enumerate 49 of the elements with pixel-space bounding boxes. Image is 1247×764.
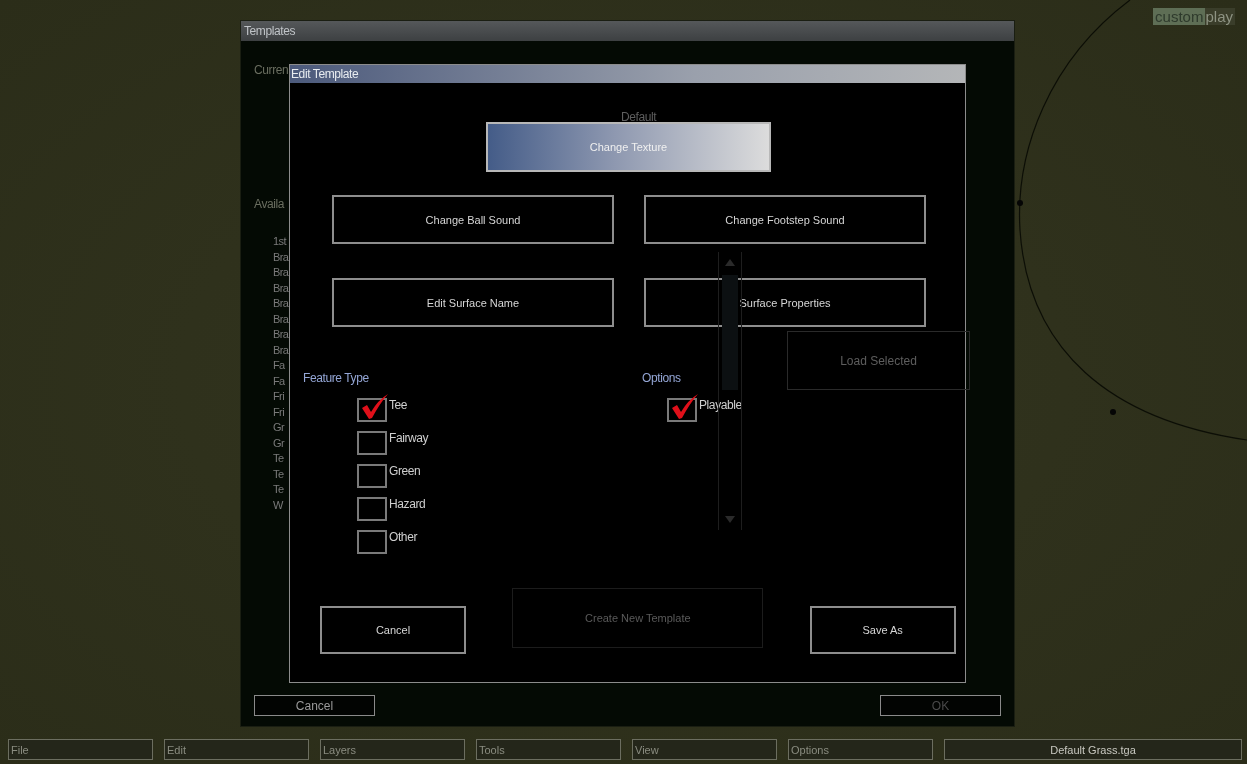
checkbox-label: Hazard <box>389 497 426 511</box>
dialog-button[interactable]: Cancel <box>320 606 466 654</box>
list-item[interactable]: Bra <box>273 342 289 358</box>
checkbox-label: Tee <box>389 398 408 412</box>
checkbox-label: Fairway <box>389 431 429 445</box>
current-template-value: Default <box>621 110 657 124</box>
list-item[interactable]: W <box>273 497 283 513</box>
list-item[interactable]: Te <box>273 451 284 467</box>
menu-button[interactable]: Options <box>788 739 933 760</box>
list-item[interactable]: 1st <box>273 234 286 250</box>
list-item[interactable]: Bra <box>273 249 289 265</box>
dialog-button[interactable]: Save As <box>809 606 956 654</box>
dialog-button[interactable]: Cancel <box>254 695 375 716</box>
menu-button[interactable]: File <box>8 739 153 760</box>
checkbox-label: Playable <box>699 398 742 412</box>
section-label: Options <box>642 371 682 385</box>
list-item[interactable]: Gr <box>273 435 285 451</box>
change-texture-button[interactable]: Change Texture <box>486 122 771 172</box>
list-item[interactable]: Bra <box>273 280 289 296</box>
menu-button[interactable]: View <box>632 739 777 760</box>
window-title: Templates <box>241 21 1014 41</box>
menu-button[interactable]: Layers <box>320 739 465 760</box>
checkbox-label: Other <box>389 530 417 544</box>
list-item[interactable]: Bra <box>273 327 289 343</box>
list-item[interactable]: Te <box>273 482 284 498</box>
list-item[interactable]: Fa <box>273 358 285 374</box>
texture-field[interactable]: Default Grass.tga <box>944 739 1242 760</box>
list-item[interactable]: Fri <box>273 404 285 420</box>
list-item[interactable]: Fa <box>273 373 285 389</box>
field-label: Availa <box>254 197 285 211</box>
checkbox[interactable] <box>357 530 387 554</box>
checkbox-label: Green <box>389 464 421 478</box>
section-label: Feature Type <box>303 371 370 385</box>
list-item[interactable]: Te <box>273 466 284 482</box>
action-button[interactable]: Edit Surface Name <box>332 278 614 327</box>
checkbox[interactable] <box>357 497 387 521</box>
action-button[interactable]: Change Footstep Sound <box>644 195 926 244</box>
menu-button[interactable]: Tools <box>476 739 621 760</box>
dialog-title: Edit Template <box>290 65 965 83</box>
checkbox[interactable] <box>357 431 387 455</box>
list-item[interactable]: Gr <box>273 420 285 436</box>
list-item[interactable]: Bra <box>273 296 289 312</box>
field-label: Curren <box>254 63 289 77</box>
list-item[interactable]: Fri <box>273 389 285 405</box>
checkbox[interactable] <box>357 464 387 488</box>
list-item[interactable]: Bra <box>273 265 289 281</box>
list-item[interactable]: Bra <box>273 311 289 327</box>
menu-button[interactable]: Edit <box>164 739 309 760</box>
action-button[interactable]: Change Ball Sound <box>332 195 614 244</box>
